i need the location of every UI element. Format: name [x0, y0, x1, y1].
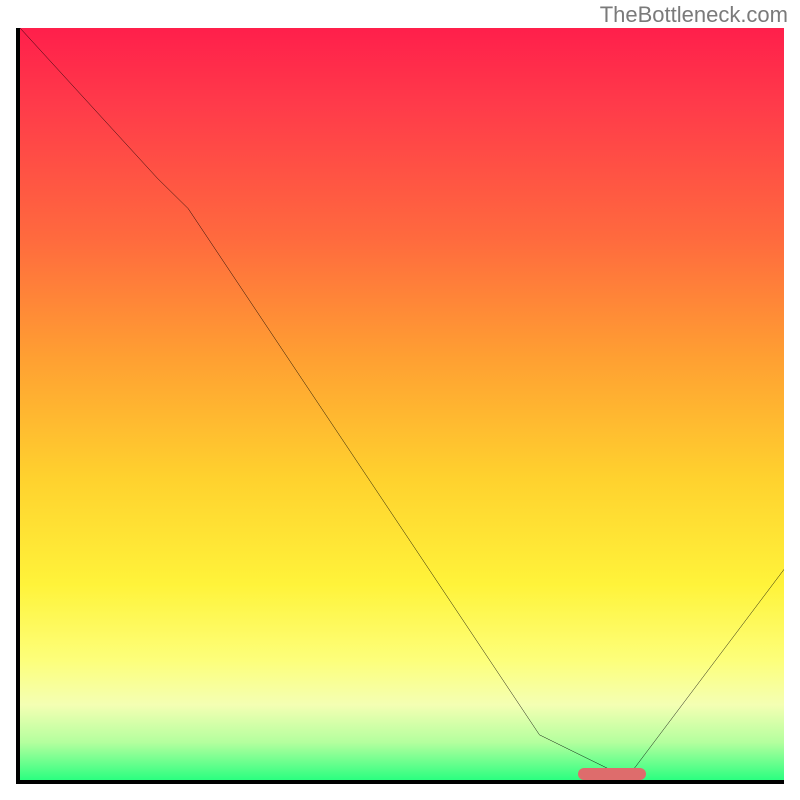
chart-container: TheBottleneck.com	[0, 0, 800, 800]
bottleneck-curve	[20, 28, 784, 780]
watermark-text: TheBottleneck.com	[600, 2, 788, 28]
optimal-range-marker	[578, 768, 647, 780]
plot-area	[16, 28, 784, 784]
